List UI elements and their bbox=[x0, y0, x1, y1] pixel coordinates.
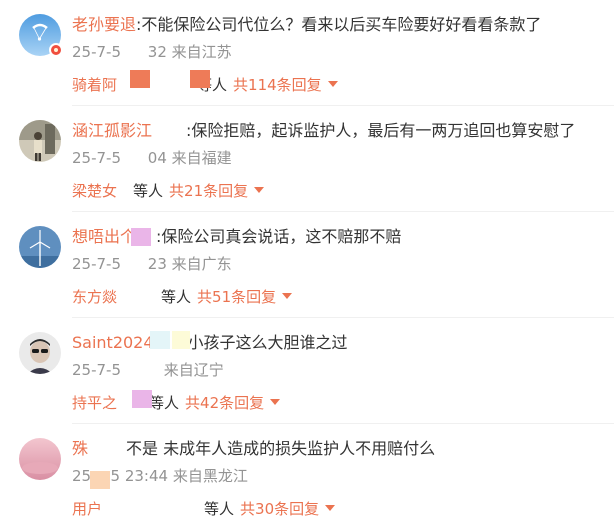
comment-username[interactable]: 想唔出个 bbox=[72, 227, 136, 246]
comment-item: 想唔出个 :保险公司真会说话，这不赔那不赔 25-7-5 23 来自广东 东方燚 等… bbox=[0, 212, 614, 318]
and-others-label: 等人 bbox=[133, 182, 164, 200]
comment-username[interactable]: 涵江孤影江 bbox=[72, 121, 152, 140]
comment-item: Saint2024 小孩子这么大胆谁之过 25-7-5 来自辽宁 持平之 等人 共42… bbox=[0, 318, 614, 424]
chevron-down-icon[interactable] bbox=[327, 81, 338, 87]
comment-username[interactable]: 殊 bbox=[72, 439, 88, 458]
sunglasses-person-avatar-icon[interactable] bbox=[19, 332, 61, 374]
comment-line: 殊 不是 未成年人造成的损失监护人不用赔付么 bbox=[72, 437, 435, 461]
comment-line: 想唔出个 :保险公司真会说话，这不赔那不赔 bbox=[72, 225, 401, 249]
verified-badge-icon bbox=[49, 43, 63, 57]
chevron-down-icon[interactable] bbox=[254, 187, 265, 193]
reply-count-link[interactable]: 共42条回复 bbox=[185, 394, 264, 412]
comment-line: 老孙要退:不能保险公司代位么？看来以后买车险要好好看看条款了 bbox=[72, 13, 541, 37]
wind-turbine-avatar-icon[interactable] bbox=[19, 226, 61, 268]
comment-username[interactable]: Saint2024 bbox=[72, 333, 154, 352]
reply-count-link[interactable]: 共21条回复 bbox=[169, 182, 248, 200]
comment-text: :保险拒赔，起诉监护人，最后有一两万追回也算安慰了 bbox=[186, 121, 576, 140]
comment-meta: 25-7-5 32 来自江苏 bbox=[72, 41, 232, 63]
reply-count-link[interactable]: 共51条回复 bbox=[197, 288, 276, 306]
comment-time-location: 32 来自江苏 bbox=[147, 43, 232, 61]
reply-username[interactable]: 用户 bbox=[72, 500, 102, 518]
comment-text: :不能保险公司代位么？看来以后买车险要好好看看条款了 bbox=[136, 15, 542, 34]
redaction-block bbox=[190, 70, 210, 88]
reply-summary[interactable]: 梁楚女 等人 共21条回复 bbox=[72, 179, 265, 203]
comment-text: :保险公司真会说话，这不赔那不赔 bbox=[156, 227, 402, 246]
comment-time-location: -5 23:44 来自黑龙江 bbox=[105, 467, 248, 485]
reply-username[interactable]: 持平之 bbox=[72, 394, 117, 412]
comment-time-location: 04 来自福建 bbox=[147, 149, 232, 167]
redaction-block bbox=[172, 331, 190, 349]
redaction-block bbox=[90, 471, 110, 489]
reply-username[interactable]: 骑着阿 bbox=[72, 76, 117, 94]
reply-summary[interactable]: 持平之 等人 共42条回复 bbox=[72, 391, 281, 415]
comment-time: 25 bbox=[72, 467, 92, 485]
redaction-block bbox=[150, 331, 170, 349]
chevron-down-icon[interactable] bbox=[282, 293, 293, 299]
comment-username[interactable]: 老孙要退 bbox=[72, 15, 136, 34]
reply-summary[interactable]: 东方燚 等人 共51条回复 bbox=[72, 285, 293, 309]
comment-meta: 25-7-5 来自辽宁 bbox=[72, 359, 224, 381]
redaction-block bbox=[131, 228, 151, 246]
comment-text: 小孩子这么大胆谁之过 bbox=[187, 333, 348, 352]
comment-time: 25-7-5 bbox=[72, 149, 126, 167]
reply-username[interactable]: 梁楚女 bbox=[72, 182, 117, 200]
comment-time: 25-7-5 bbox=[72, 361, 126, 379]
reply-summary[interactable]: 用户 等人 共30条回复 bbox=[72, 497, 336, 521]
reply-count-link[interactable]: 共30条回复 bbox=[240, 500, 319, 518]
comment-item: 涵江孤影江 :保险拒赔，起诉监护人，最后有一两万追回也算安慰了 25-7-5 04… bbox=[0, 106, 614, 212]
chevron-down-icon[interactable] bbox=[270, 399, 281, 405]
chevron-down-icon[interactable] bbox=[325, 505, 336, 511]
reply-username[interactable]: 东方燚 bbox=[72, 288, 117, 306]
and-others-label: 等人 bbox=[161, 288, 192, 306]
comment-time: 25-7-5 bbox=[72, 43, 126, 61]
comment-line: 涵江孤影江 :保险拒赔，起诉监护人，最后有一两万追回也算安慰了 bbox=[72, 119, 575, 143]
comment-item: 老孙要退:不能保险公司代位么？看来以后买车险要好好看看条款了 25-7-5 32… bbox=[0, 0, 614, 106]
comment-meta: 25-7-5 23 来自广东 bbox=[72, 253, 232, 275]
standing-person-avatar-icon[interactable] bbox=[19, 120, 61, 162]
comment-line: Saint2024 小孩子这么大胆谁之过 bbox=[72, 331, 348, 355]
redaction-block bbox=[132, 390, 152, 408]
comment-meta: 25-7-5 04 来自福建 bbox=[72, 147, 232, 169]
and-others-label: 等人 bbox=[149, 394, 180, 412]
reply-count-link[interactable]: 共114条回复 bbox=[233, 76, 322, 94]
comment-time: 25-7-5 bbox=[72, 255, 126, 273]
comment-time-location: 23 来自广东 bbox=[147, 255, 232, 273]
pink-gradient-avatar-icon[interactable] bbox=[19, 438, 61, 480]
redaction-block bbox=[130, 70, 150, 88]
and-others-label: 等人 bbox=[204, 500, 235, 518]
comment-time-location: 来自辽宁 bbox=[163, 361, 224, 379]
comment-item: 殊 不是 未成年人造成的损失监护人不用赔付么 25 -5 23:44 来自黑龙江 用… bbox=[0, 424, 614, 529]
comment-text: 不是 未成年人造成的损失监护人不用赔付么 bbox=[126, 439, 436, 458]
